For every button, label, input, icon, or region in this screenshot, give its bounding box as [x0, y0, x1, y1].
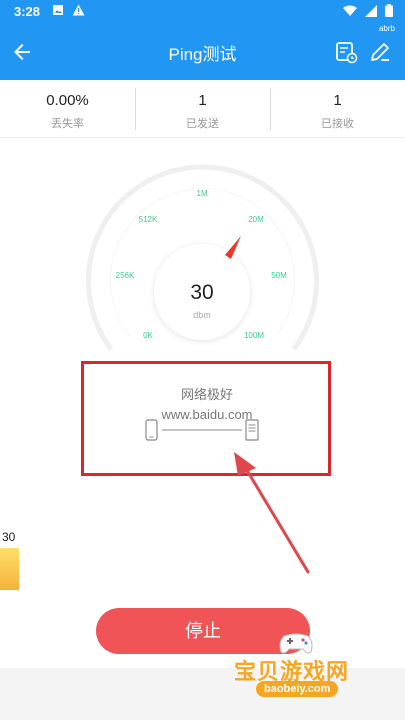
gauge-scale-label: 50M [271, 271, 287, 280]
signal-gauge: 0K 256K 512K 1M 20M 50M 100M 30 dbm [86, 164, 319, 351]
stats-row: 0.00% 丢失率 1 已发送 1 已接收 [0, 80, 405, 138]
photo-notification-icon [53, 5, 63, 15]
gauge-unit: dbm [193, 310, 211, 320]
side-level-value: 30 [2, 530, 16, 544]
stat-label: 已接收 [321, 118, 354, 130]
stat-label: 已发送 [186, 118, 219, 130]
wifi-icon [343, 5, 357, 16]
side-level-bar [0, 548, 19, 590]
signal-icon [365, 4, 377, 17]
stat-value: 0.00% [46, 92, 89, 109]
stat-loss-rate: 0.00% 丢失率 [0, 80, 135, 137]
badge-text: abrb [378, 24, 395, 33]
stat-received: 1 已接收 [270, 80, 405, 137]
warning-icon [72, 4, 85, 16]
gauge-value: 30 [190, 281, 213, 304]
stat-value: 1 [198, 92, 207, 109]
gauge-scale-label: 1M [196, 189, 207, 198]
status-time: 3:28 [14, 4, 41, 19]
history-icon[interactable] [333, 39, 359, 65]
side-level-indicator: 30 [0, 530, 22, 592]
stat-label: 丢失率 [51, 118, 84, 130]
status-bar: 3:28 [0, 0, 405, 24]
annotation-arrow [234, 452, 310, 574]
watermark-url: baobeiy.com [256, 681, 339, 697]
gauge-scale-label: 256K [116, 271, 135, 280]
stat-sent: 1 已发送 [135, 80, 270, 137]
edit-icon[interactable] [367, 39, 393, 65]
gauge-scale-label: 20M [248, 215, 264, 224]
app-bar: Ping测试 abrb [0, 24, 405, 80]
gauge-scale-label: 512K [139, 215, 158, 224]
gauge-scale-label: 0K [143, 331, 153, 340]
stat-value: 1 [333, 92, 342, 109]
battery-icon [385, 4, 393, 17]
watermark: 宝贝游戏网 baobeiy.com [228, 630, 388, 710]
gamepad-icon [279, 633, 313, 654]
gauge-scale-label: 100M [244, 331, 264, 340]
